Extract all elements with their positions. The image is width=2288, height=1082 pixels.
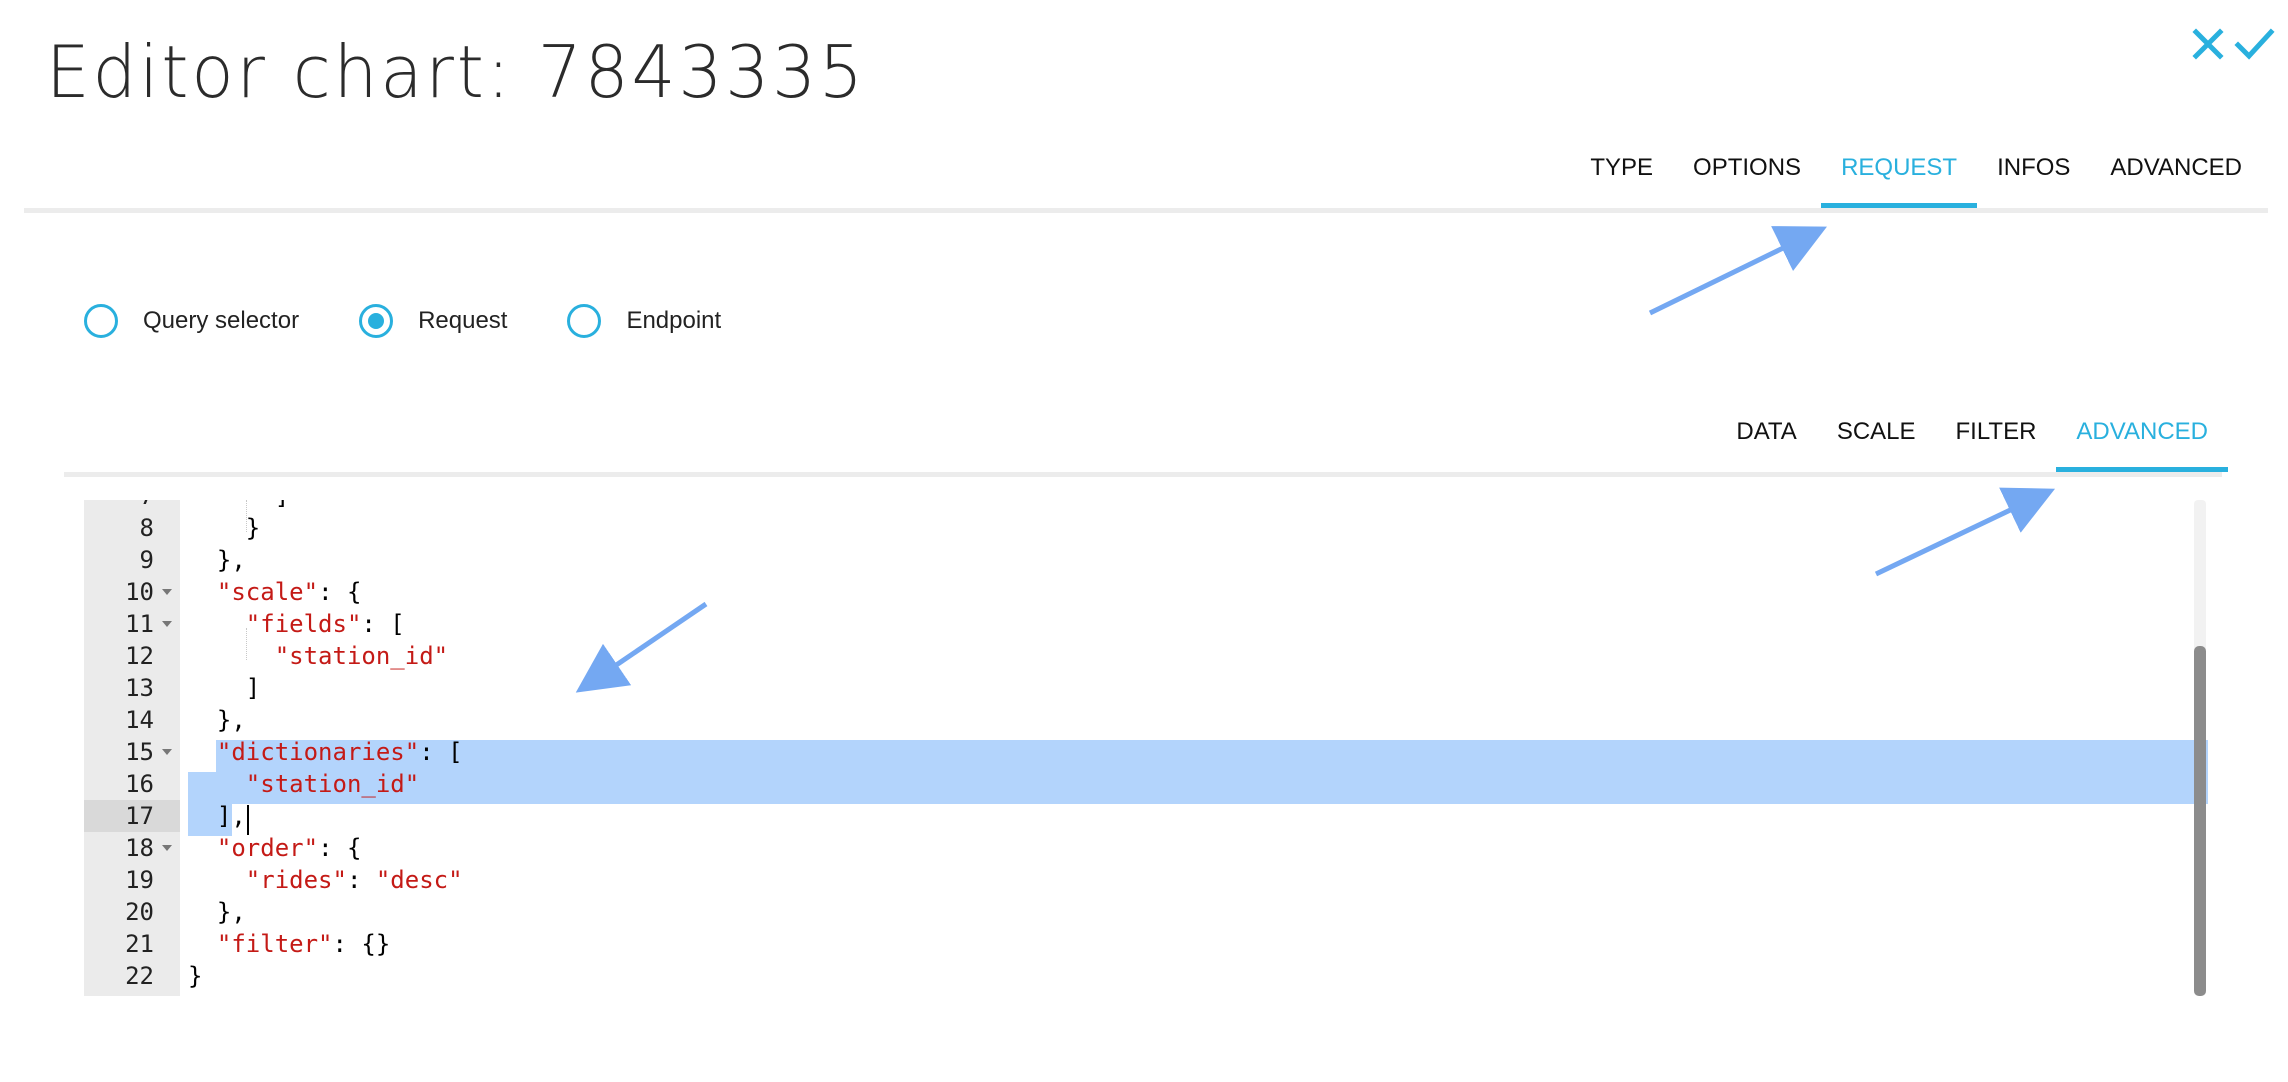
line-number: 7 bbox=[84, 500, 154, 512]
code-line[interactable]: 14 }, bbox=[84, 704, 2194, 736]
line-number: 21 bbox=[125, 930, 154, 958]
code-line[interactable]: 21 "filter": {} bbox=[84, 928, 2194, 960]
code-text: ], bbox=[188, 802, 246, 830]
code-text: "dictionaries": [ bbox=[216, 738, 463, 766]
line-number: 9 bbox=[139, 546, 154, 574]
radio-circle[interactable] bbox=[84, 304, 118, 338]
code-line[interactable]: 7 ] bbox=[84, 500, 2194, 512]
line-number: 12 bbox=[125, 642, 154, 670]
code-line[interactable]: 17 ], bbox=[84, 800, 2194, 832]
code-text: ] bbox=[188, 674, 261, 702]
code-text: }, bbox=[188, 898, 246, 926]
code-text: "filter": {} bbox=[216, 930, 391, 958]
code-text: } bbox=[188, 962, 203, 990]
code-line[interactable]: 8 } bbox=[84, 512, 2194, 544]
code-line[interactable]: 15 "dictionaries": [ bbox=[84, 736, 2194, 768]
line-number: 15 bbox=[125, 738, 154, 766]
tab-request[interactable]: REQUEST bbox=[1821, 140, 1978, 208]
line-number: 16 bbox=[125, 770, 154, 798]
code-text: "fields": [ bbox=[245, 610, 405, 638]
code-text: ] bbox=[188, 500, 289, 512]
subtab-advanced[interactable]: ADVANCED bbox=[2056, 404, 2228, 472]
radio-label: Endpoint bbox=[626, 307, 722, 334]
radio-circle-checked[interactable] bbox=[359, 304, 394, 338]
code-text: }, bbox=[188, 546, 246, 574]
subtabs-divider bbox=[64, 472, 2222, 477]
code-text: } bbox=[188, 514, 261, 542]
code-text: "scale": { bbox=[216, 578, 362, 606]
check-icon bbox=[2234, 28, 2275, 60]
code-line[interactable]: 13 ] bbox=[84, 672, 2194, 704]
tab-infos[interactable]: INFOS bbox=[1977, 140, 2090, 208]
code-editor[interactable]: 7 ]8 }9 },10 "scale": {11 "fields": [12 … bbox=[84, 500, 2208, 996]
confirm-button[interactable] bbox=[2224, 14, 2284, 74]
code-line[interactable]: 19 "rides": "desc" bbox=[84, 864, 2194, 896]
fold-toggle-icon[interactable] bbox=[162, 589, 172, 595]
code-line[interactable]: 18 "order": { bbox=[84, 832, 2194, 864]
subtab-data[interactable]: DATA bbox=[1716, 404, 1816, 472]
radio-label: Query selector bbox=[143, 307, 300, 334]
fold-toggle-icon[interactable] bbox=[162, 749, 172, 755]
code-line[interactable]: 22} bbox=[84, 960, 2194, 992]
code-line[interactable]: 9 }, bbox=[84, 544, 2194, 576]
code-line[interactable]: 16 "station_id" bbox=[84, 768, 2194, 800]
code-text: "rides": "desc" bbox=[245, 866, 463, 894]
line-number: 18 bbox=[125, 834, 154, 862]
line-number: 20 bbox=[125, 898, 154, 926]
tabs-divider bbox=[24, 208, 2268, 213]
tab-options[interactable]: OPTIONS bbox=[1673, 140, 1821, 208]
line-number: 19 bbox=[125, 866, 154, 894]
line-number: 8 bbox=[139, 514, 154, 542]
code-text: }, bbox=[188, 706, 246, 734]
fold-toggle-icon[interactable] bbox=[162, 845, 172, 851]
source-radio-group: Query selector Request Endpoint bbox=[84, 304, 781, 338]
text-cursor bbox=[247, 805, 249, 835]
radio-query-selector[interactable]: Query selector bbox=[84, 304, 299, 338]
code-text: "order": { bbox=[216, 834, 362, 862]
code-line[interactable]: 20 }, bbox=[84, 896, 2194, 928]
subtab-filter[interactable]: FILTER bbox=[1936, 404, 2057, 472]
request-sub-tabs: DATA SCALE FILTER ADVANCED bbox=[1716, 404, 2228, 472]
radio-endpoint[interactable]: Endpoint bbox=[567, 304, 721, 338]
line-number: 22 bbox=[125, 962, 154, 990]
editor-scrollbar-thumb[interactable] bbox=[2194, 646, 2206, 996]
fold-toggle-icon[interactable] bbox=[162, 621, 172, 627]
page-title: Editor chart: 7843335 bbox=[46, 30, 866, 114]
line-number: 11 bbox=[125, 610, 154, 638]
code-line[interactable]: 11 "fields": [ bbox=[84, 608, 2194, 640]
subtab-scale[interactable]: SCALE bbox=[1817, 404, 1936, 472]
tab-advanced[interactable]: ADVANCED bbox=[2090, 140, 2262, 208]
code-line[interactable]: 12 "station_id" bbox=[84, 640, 2194, 672]
annotation-arrow-request-tab bbox=[1648, 226, 1827, 316]
line-number: 13 bbox=[125, 674, 154, 702]
main-tabs: TYPE OPTIONS REQUEST INFOS ADVANCED bbox=[1570, 140, 2262, 208]
line-number: 17 bbox=[84, 800, 180, 832]
code-text: "station_id" bbox=[274, 642, 449, 670]
radio-circle[interactable] bbox=[567, 304, 602, 338]
code-line[interactable]: 10 "scale": { bbox=[84, 576, 2194, 608]
tab-type[interactable]: TYPE bbox=[1570, 140, 1673, 208]
code-text: "station_id" bbox=[245, 770, 420, 798]
line-number: 14 bbox=[125, 706, 154, 734]
line-number: 10 bbox=[125, 578, 154, 606]
radio-label: Request bbox=[418, 307, 508, 334]
radio-request[interactable]: Request bbox=[359, 304, 507, 338]
